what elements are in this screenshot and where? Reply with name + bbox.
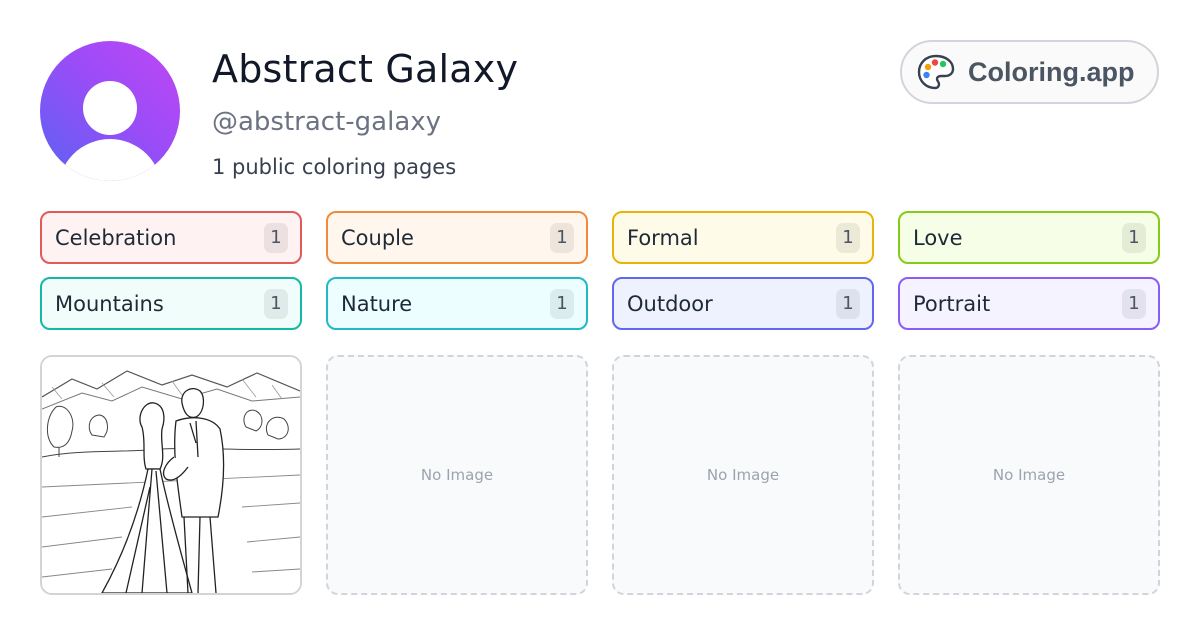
- coloring-page-card[interactable]: [40, 355, 302, 595]
- tag-list: Celebration 1 Couple 1 Formal 1 Love 1 Mountains…: [40, 211, 1160, 330]
- tag-count-badge: 1: [836, 222, 860, 253]
- tag-count-badge: 1: [836, 288, 860, 319]
- tag-label: Love: [913, 225, 963, 250]
- tag-couple[interactable]: Couple 1: [326, 211, 588, 264]
- page-count: 1 public coloring pages: [212, 155, 457, 179]
- empty-card: No Image: [898, 355, 1160, 595]
- tag-nature[interactable]: Nature 1: [326, 277, 588, 330]
- profile-name: Abstract Galaxy: [212, 47, 519, 91]
- tag-count-badge: 1: [550, 222, 574, 253]
- tag-label: Nature: [341, 291, 413, 316]
- brand-badge[interactable]: Coloring.app: [900, 40, 1159, 104]
- brand-label: Coloring.app: [968, 56, 1135, 87]
- tag-count-badge: 1: [1122, 288, 1146, 319]
- profile-handle: @abstract-galaxy: [212, 107, 442, 137]
- tag-portrait[interactable]: Portrait 1: [898, 277, 1160, 330]
- tag-count-badge: 1: [550, 288, 574, 319]
- tag-count-badge: 1: [264, 222, 288, 253]
- tag-love[interactable]: Love 1: [898, 211, 1160, 264]
- avatar-body: [58, 139, 162, 181]
- tag-outdoor[interactable]: Outdoor 1: [612, 277, 874, 330]
- tag-label: Portrait: [913, 291, 991, 316]
- empty-card: No Image: [612, 355, 874, 595]
- tag-label: Celebration: [55, 225, 177, 250]
- avatar: [40, 41, 180, 181]
- palette-icon: [917, 54, 955, 90]
- empty-card: No Image: [326, 355, 588, 595]
- tag-celebration[interactable]: Celebration 1: [40, 211, 302, 264]
- no-image-label: No Image: [706, 466, 780, 484]
- tag-mountains[interactable]: Mountains 1: [40, 277, 302, 330]
- no-image-label: No Image: [992, 466, 1066, 484]
- coloring-page-thumbnail: [42, 357, 300, 593]
- avatar-head: [83, 81, 137, 135]
- tag-count-badge: 1: [264, 288, 288, 319]
- tag-label: Mountains: [55, 291, 164, 316]
- tag-formal[interactable]: Formal 1: [612, 211, 874, 264]
- card-grid: No Image No Image No Image: [40, 355, 1160, 595]
- tag-label: Formal: [627, 225, 699, 250]
- tag-count-badge: 1: [1122, 222, 1146, 253]
- no-image-label: No Image: [420, 466, 494, 484]
- tag-label: Outdoor: [627, 291, 713, 316]
- tag-label: Couple: [341, 225, 414, 250]
